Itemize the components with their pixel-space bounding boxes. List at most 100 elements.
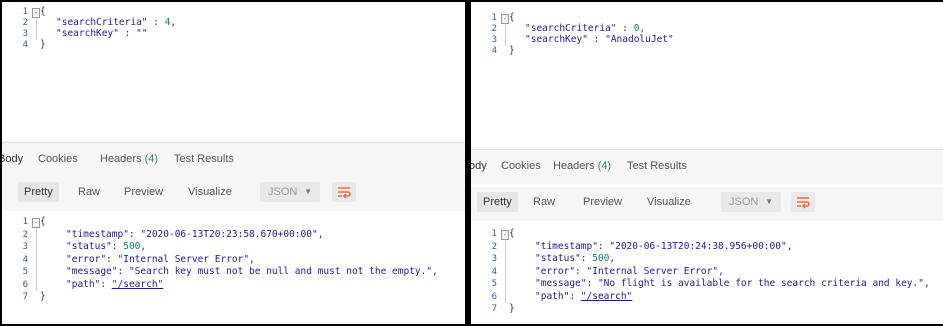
json-comma: , <box>718 265 724 277</box>
tab-label: Test Results <box>174 153 234 165</box>
json-sep: : <box>117 266 129 277</box>
code-text: } <box>509 303 515 315</box>
code-text: "error": "Internal Server Error", <box>535 266 724 278</box>
pretty-button[interactable]: Pretty <box>18 182 59 202</box>
chevron-down-icon: ▼ <box>304 187 312 196</box>
code-line: 4 "error": "Internal Server Error", <box>471 266 943 278</box>
format-select[interactable]: JSON ▼ <box>260 182 320 202</box>
line-number: 3 <box>22 242 28 252</box>
json-comma: , <box>317 228 324 240</box>
json-sep: : <box>128 228 141 240</box>
format-select[interactable]: JSON ▼ <box>721 192 781 212</box>
json-key: "timestamp" <box>66 228 129 240</box>
json-value: "Search key must not be null and must no… <box>128 266 433 277</box>
json-sep: : <box>597 240 610 252</box>
json-comma: , <box>923 278 930 289</box>
right-postman-panel: 1-{2 "searchCriteria" : 0, 3 "searchKey" : … <box>469 0 943 326</box>
json-comma: , <box>639 23 646 34</box>
json-value: "" <box>136 28 148 39</box>
code-line: 5 "message": "No flight is available for … <box>471 278 943 290</box>
preview-button[interactable]: Preview <box>124 186 163 198</box>
pretty-button[interactable]: Pretty <box>477 192 518 212</box>
tab-label: Headers <box>553 160 595 172</box>
code-line: 3 "status": 500, <box>2 241 465 253</box>
code-line: 4} <box>471 45 943 57</box>
response-tabs: ody Cookies Headers (4) Test Results <box>471 149 943 184</box>
json-key: "error" <box>66 253 107 265</box>
response-body-viewer: 1-{2 "timestamp": "2020-06-13T20:24:38.95… <box>471 224 943 324</box>
json-key: "message" <box>66 266 118 277</box>
line-number: 4 <box>22 254 28 265</box>
response-toolbar: Pretty Raw Preview Visualize JSON ▼ <box>471 187 943 221</box>
json-key: "searchKey" <box>56 28 119 39</box>
code-line: 6 "path": "/search" <box>471 291 943 303</box>
line-number: 5 <box>491 279 497 289</box>
code-text: "message": "Search key must not be null … <box>66 266 438 278</box>
tab-test-results[interactable]: Test Results <box>627 160 687 172</box>
response-toolbar: Pretty Raw Preview Visualize JSON ▼ <box>2 177 465 211</box>
response-tabs: Body Cookies Headers (4) Test Results <box>2 142 465 177</box>
visualize-button[interactable]: Visualize <box>188 186 232 198</box>
line-number: 7 <box>491 304 497 314</box>
line-number: 6 <box>491 291 497 302</box>
fold-toggle-icon[interactable]: - <box>32 218 40 228</box>
code-line: 2 "timestamp": "2020-06-13T20:24:38.956+0… <box>471 241 943 253</box>
json-value: 500 <box>123 241 141 252</box>
tab-count-badge: (4) <box>144 153 159 165</box>
code-text: { <box>40 216 46 228</box>
path-link[interactable]: "/search" <box>581 291 632 302</box>
json-key: "searchCriteria" <box>525 23 617 34</box>
chevron-down-icon: ▼ <box>765 197 773 206</box>
json-value: "2020-06-13T20:24:38.956+00:00" <box>609 240 787 252</box>
json-comma: , <box>432 266 438 277</box>
fold-toggle-icon[interactable]: - <box>501 230 509 240</box>
code-line: 7} <box>471 303 943 315</box>
tab-ody[interactable]: ody <box>469 160 487 172</box>
json-sep: : <box>580 253 593 264</box>
json-sep: : <box>616 23 634 34</box>
request-body-editor[interactable]: 1-{2 "searchCriteria" : 0, 3 "searchKey" : … <box>471 8 943 144</box>
code-text: } <box>40 39 46 51</box>
visualize-button[interactable]: Visualize <box>647 196 691 208</box>
wrap-lines-button[interactable] <box>332 182 356 202</box>
line-number: 3 <box>491 254 497 264</box>
line-number: 2 <box>22 229 28 240</box>
line-number: 1 <box>22 217 28 227</box>
json-value: "2020-06-13T20:23:58.670+00:00" <box>140 228 318 240</box>
request-body-editor[interactable]: 1-{2 "searchCriteria" : 4, 3 "searchKey" : … <box>2 2 465 138</box>
tab-cookies[interactable]: Cookies <box>501 160 541 172</box>
line-number: 6 <box>22 279 28 290</box>
json-sep: : <box>575 265 587 277</box>
json-value: 500 <box>592 253 610 264</box>
tab-label: ody <box>469 160 487 172</box>
wrap-lines-icon <box>338 187 351 199</box>
brace: { <box>509 228 515 239</box>
json-sep: : <box>569 290 581 302</box>
brace: { <box>40 6 46 17</box>
line-number: 5 <box>22 267 28 277</box>
path-link[interactable]: "/search" <box>112 279 163 290</box>
tab-headers[interactable]: Headers (4) <box>100 153 158 165</box>
preview-button[interactable]: Preview <box>583 196 622 208</box>
tab-body[interactable]: Body <box>2 153 23 165</box>
code-text: } <box>40 291 46 303</box>
code-text: "status": 500, <box>66 241 146 253</box>
json-comma: , <box>786 240 793 252</box>
code-text: "message": "No flight is available for t… <box>535 278 930 290</box>
json-key: "status" <box>535 253 581 264</box>
format-select-value: JSON <box>268 186 298 198</box>
json-sep: : <box>111 241 124 252</box>
tab-cookies[interactable]: Cookies <box>38 153 78 165</box>
tab-headers[interactable]: Headers (4) <box>553 160 611 172</box>
wrap-lines-button[interactable] <box>791 192 815 212</box>
raw-button[interactable]: Raw <box>78 186 100 198</box>
json-key: "status" <box>66 241 112 252</box>
tab-test-results[interactable]: Test Results <box>174 153 234 165</box>
tab-label: Cookies <box>501 160 541 172</box>
line-number: 4 <box>22 40 28 50</box>
json-key: "path" <box>66 278 101 290</box>
brace: { <box>40 216 46 227</box>
raw-button[interactable]: Raw <box>533 196 555 208</box>
left-postman-panel: 1-{2 "searchCriteria" : 4, 3 "searchKey" : … <box>0 0 467 326</box>
line-number: 2 <box>491 241 497 252</box>
